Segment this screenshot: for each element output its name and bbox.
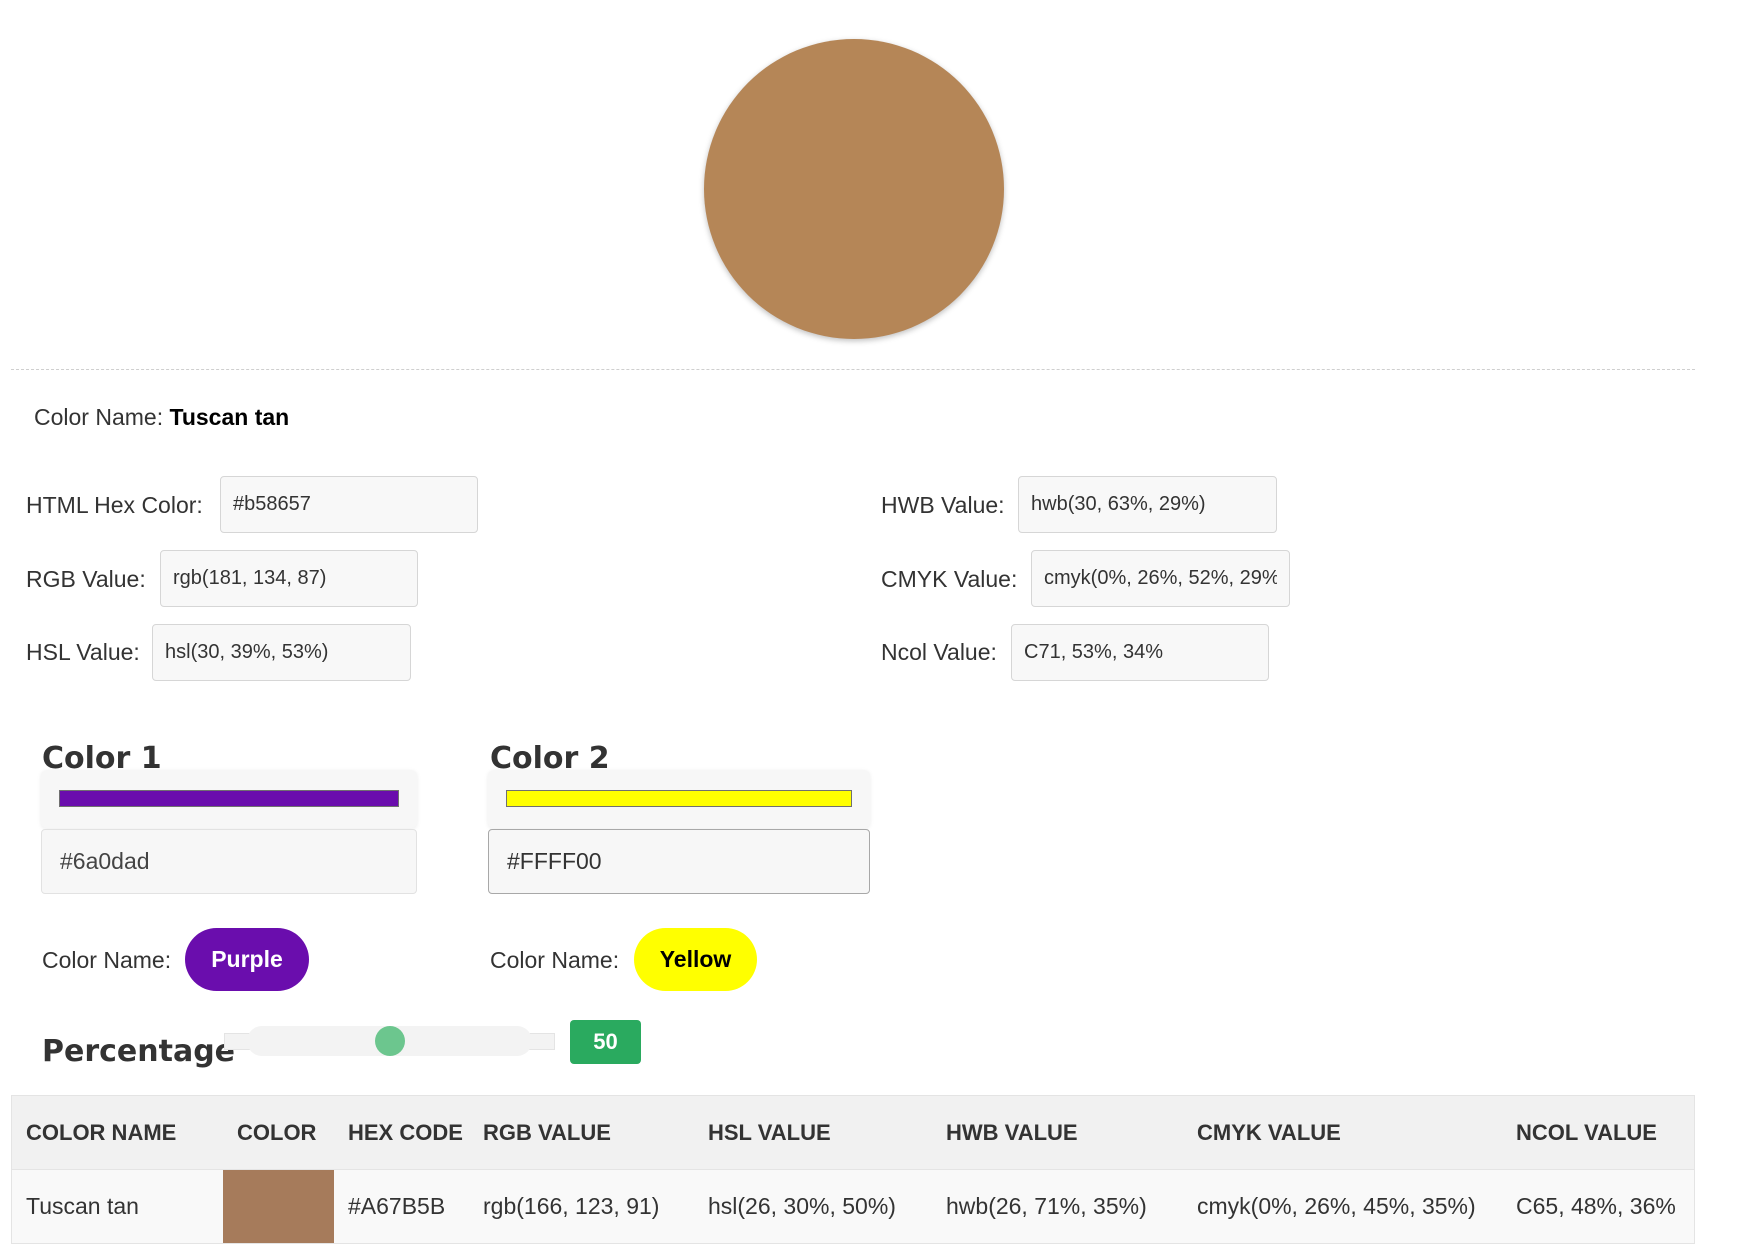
section-divider (11, 369, 1695, 370)
color1-picker[interactable] (41, 770, 417, 828)
percentage-slider-thumb[interactable] (374, 1026, 405, 1056)
color2-swatch[interactable] (506, 790, 852, 807)
color1-name-badge: Purple (185, 928, 309, 991)
color-name-label: Color Name: (34, 404, 164, 430)
color-name-line: Color Name: Tuscan tan (34, 404, 289, 431)
hex-label: HTML Hex Color: (26, 492, 203, 518)
header-color: COLOR (223, 1095, 334, 1170)
color2-picker[interactable] (488, 770, 870, 828)
header-hwb-value: HWB VALUE (932, 1095, 1183, 1170)
header-hsl-value: HSL VALUE (694, 1095, 932, 1170)
percentage-value-badge: 50 (570, 1020, 641, 1064)
hwb-label: HWB Value: (881, 492, 1005, 518)
cell-hwb-value: hwb(26, 71%, 35%) (932, 1169, 1183, 1244)
percentage-heading: Percentage (42, 1034, 236, 1069)
color-name-value: Tuscan tan (169, 404, 290, 430)
rgb-field[interactable] (160, 550, 418, 607)
table-color-swatch (223, 1170, 334, 1243)
cell-color-name: Tuscan tan (11, 1169, 223, 1244)
hsl-label: HSL Value: (26, 639, 140, 665)
color2-name-badge: Yellow (634, 928, 757, 991)
color1-hex-input[interactable] (41, 829, 417, 894)
cell-rgb-value: rgb(166, 123, 91) (469, 1169, 694, 1244)
header-rgb-value: RGB VALUE (469, 1095, 694, 1170)
color-results-table: COLOR NAME COLOR HEX CODE RGB VALUE HSL … (11, 1095, 1695, 1244)
color2-hex-input[interactable] (488, 829, 870, 894)
cmyk-label: CMYK Value: (881, 566, 1018, 592)
color1-swatch[interactable] (59, 790, 399, 807)
cell-hsl-value: hsl(26, 30%, 50%) (694, 1169, 932, 1244)
color-preview-circle (704, 39, 1004, 339)
hex-field[interactable] (220, 476, 478, 533)
cell-hex-code: #A67B5B (334, 1169, 469, 1244)
ncol-field[interactable] (1011, 624, 1269, 681)
header-ncol-value: NCOL VALUE (1502, 1095, 1695, 1170)
ncol-label: Ncol Value: (881, 639, 997, 665)
table-header-row: COLOR NAME COLOR HEX CODE RGB VALUE HSL … (11, 1095, 1695, 1170)
header-cmyk-value: CMYK VALUE (1183, 1095, 1502, 1170)
table-row: Tuscan tan #A67B5B rgb(166, 123, 91) hsl… (11, 1169, 1695, 1244)
cell-ncol-value: C65, 48%, 36% (1502, 1169, 1695, 1244)
color2-name-label: Color Name: (490, 947, 620, 973)
hwb-field[interactable] (1018, 476, 1277, 533)
cell-cmyk-value: cmyk(0%, 26%, 45%, 35%) (1183, 1169, 1502, 1244)
header-color-name: COLOR NAME (11, 1095, 223, 1170)
cmyk-field[interactable] (1031, 550, 1290, 607)
hsl-field[interactable] (152, 624, 411, 681)
cell-color (223, 1169, 334, 1244)
rgb-label: RGB Value: (26, 566, 146, 592)
color1-name-label: Color Name: (42, 947, 172, 973)
header-hex-code: HEX CODE (334, 1095, 469, 1170)
